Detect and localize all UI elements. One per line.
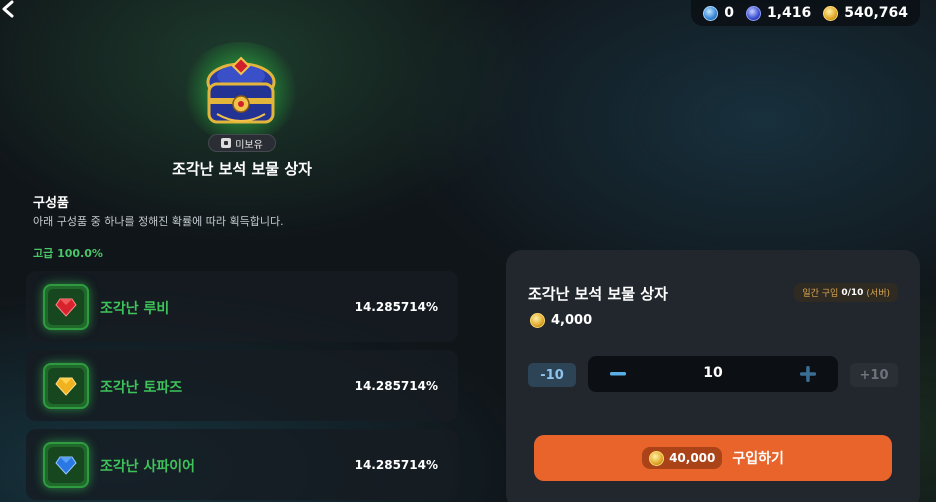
components-title: 구성품 xyxy=(33,196,69,211)
grade-label: 고급 100.0% xyxy=(33,247,103,260)
sapphire-icon xyxy=(43,442,89,488)
gold-coin-icon xyxy=(649,450,665,466)
quantity-selector: -10 10 +10 xyxy=(528,356,900,392)
currency-crystal[interactable]: 0 xyxy=(703,5,734,21)
currency-gold[interactable]: 540,764 xyxy=(823,5,908,21)
currency-gold-value: 540,764 xyxy=(844,5,908,21)
plus-icon xyxy=(800,366,816,382)
component-rate: 14.285714% xyxy=(354,379,438,393)
buy-button[interactable]: 40,000 구입하기 xyxy=(534,435,892,481)
component-rate: 14.285714% xyxy=(354,300,438,314)
currency-blue-gem[interactable]: 1,416 xyxy=(745,5,812,21)
limit-prefix: 일간 구입 xyxy=(802,289,839,299)
purchase-title: 조각난 보석 보물 상자 xyxy=(528,285,668,303)
component-name: 조각난 루비 xyxy=(100,301,170,317)
currency-blue-gem-value: 1,416 xyxy=(766,5,812,21)
component-rate: 14.285714% xyxy=(354,458,438,472)
gold-coin-icon xyxy=(530,313,545,328)
total-price-value: 40,000 xyxy=(669,451,716,465)
gold-coin-icon xyxy=(823,5,839,21)
unit-price: 4,000 xyxy=(530,313,592,328)
crystal-icon xyxy=(703,5,719,21)
component-item-ruby[interactable]: 조각난 루비 14.285714% xyxy=(26,271,458,342)
total-price: 40,000 xyxy=(642,447,723,469)
ownership-badge: 미보유 xyxy=(208,134,276,152)
plus-10-button[interactable]: +10 xyxy=(850,363,898,387)
daily-limit-badge: 일간 구입 0/10 (서버) xyxy=(794,283,898,302)
limit-count: 0/10 xyxy=(841,287,864,298)
ownership-badge-label: 미보유 xyxy=(235,139,263,151)
back-button[interactable] xyxy=(0,0,20,20)
quantity-stepper: 10 xyxy=(588,356,838,392)
minus-10-button[interactable]: -10 xyxy=(528,363,576,387)
decrement-button[interactable] xyxy=(604,360,632,388)
currency-crystal-value: 0 xyxy=(724,5,734,21)
topaz-icon xyxy=(43,363,89,409)
component-list: 조각난 루비 14.285714% 조각난 토파즈 14.285714% 조각난… xyxy=(26,271,458,502)
limit-suffix: (서버) xyxy=(866,289,890,299)
chest-icon xyxy=(206,56,276,124)
chevron-left-icon xyxy=(2,0,14,18)
increment-button[interactable] xyxy=(794,360,822,388)
component-item-sapphire[interactable]: 조각난 사파이어 14.285714% xyxy=(26,429,458,500)
unit-price-value: 4,000 xyxy=(551,313,593,328)
component-name: 조각난 사파이어 xyxy=(100,459,196,475)
currency-bar: 0 1,416 540,764 xyxy=(691,0,920,26)
component-item-topaz[interactable]: 조각난 토파즈 14.285714% xyxy=(26,350,458,421)
inventory-icon xyxy=(221,138,232,148)
quantity-input[interactable]: 10 xyxy=(648,365,778,381)
minus-icon xyxy=(610,372,626,376)
buy-button-label: 구입하기 xyxy=(732,451,784,467)
components-description: 아래 구성품 중 하나를 정해진 확률에 따라 획득합니다. xyxy=(33,215,284,228)
ruby-icon xyxy=(43,284,89,330)
component-name: 조각난 토파즈 xyxy=(100,380,183,396)
blue-gem-icon xyxy=(745,5,761,21)
item-title: 조각난 보석 보물 상자 xyxy=(172,160,312,178)
purchase-panel: 조각난 보석 보물 상자 일간 구입 0/10 (서버) 4,000 -10 1… xyxy=(506,250,920,502)
treasure-chest-image xyxy=(181,42,301,142)
